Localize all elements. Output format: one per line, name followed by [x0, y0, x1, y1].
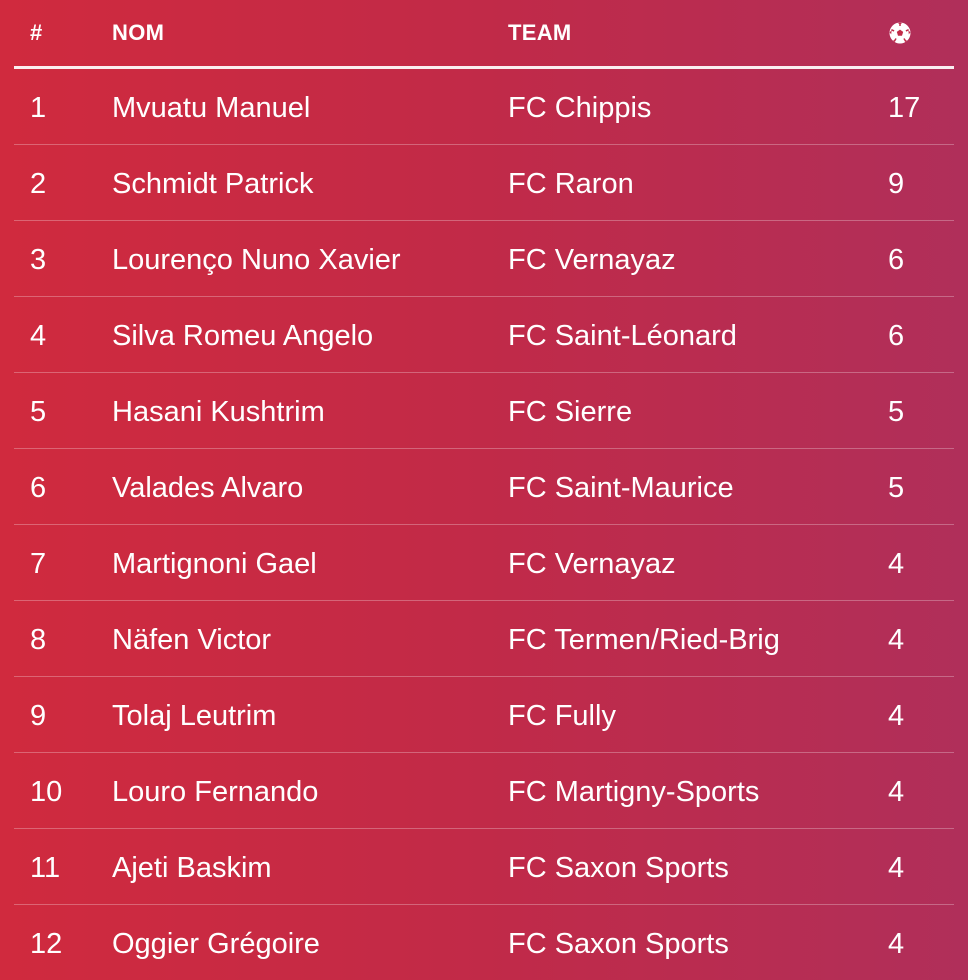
- table-row: 10 Louro Fernando FC Martigny-Sports 4: [14, 753, 954, 829]
- goals-cell: 4: [888, 548, 905, 580]
- rank-cell: 7: [30, 548, 47, 580]
- player-name-cell: Valades Alvaro: [112, 472, 304, 504]
- table-row: 11 Ajeti Baskim FC Saxon Sports 4: [14, 829, 954, 905]
- goals-cell: 4: [888, 928, 905, 960]
- player-name-cell: Louro Fernando: [112, 776, 319, 808]
- table-row: 6 Valades Alvaro FC Saint-Maurice 5: [14, 449, 954, 525]
- goals-cell: 17: [888, 92, 921, 124]
- team-cell: FC Martigny-Sports: [508, 776, 760, 808]
- table-row: 1 Mvuatu Manuel FC Chippis 17: [14, 69, 954, 145]
- table-header: # NOM TEAM: [14, 0, 954, 69]
- table-row: 2 Schmidt Patrick FC Raron 9: [14, 145, 954, 221]
- player-name-cell: Schmidt Patrick: [112, 168, 314, 200]
- goals-cell: 6: [888, 244, 905, 276]
- player-name-cell: Mvuatu Manuel: [112, 92, 311, 124]
- player-name-cell: Tolaj Leutrim: [112, 700, 277, 732]
- team-cell: FC Raron: [508, 168, 634, 200]
- rank-cell: 10: [30, 776, 63, 808]
- team-cell: FC Fully: [508, 700, 616, 732]
- team-cell: FC Termen/Ried-Brig: [508, 624, 780, 656]
- player-name-cell: Ajeti Baskim: [112, 852, 272, 884]
- rank-cell: 8: [30, 624, 47, 656]
- rank-cell: 4: [30, 320, 47, 352]
- top-scorers-table: # NOM TEAM 1 Mvuatu Manuel FC Chippis 17…: [0, 0, 968, 980]
- table-body: 1 Mvuatu Manuel FC Chippis 17 2 Schmidt …: [14, 69, 954, 980]
- goals-cell: 6: [888, 320, 905, 352]
- player-name-cell: Hasani Kushtrim: [112, 396, 325, 428]
- goals-cell: 4: [888, 700, 905, 732]
- player-name-cell: Silva Romeu Angelo: [112, 320, 374, 352]
- team-cell: FC Vernayaz: [508, 548, 676, 580]
- team-cell: FC Saint-Maurice: [508, 472, 734, 504]
- table-row: 7 Martignoni Gael FC Vernayaz 4: [14, 525, 954, 601]
- player-name-cell: Lourenço Nuno Xavier: [112, 244, 401, 276]
- rank-cell: 2: [30, 168, 47, 200]
- player-name-cell: Martignoni Gael: [112, 548, 317, 580]
- rank-cell: 3: [30, 244, 47, 276]
- player-name-cell: Näfen Victor: [112, 624, 272, 656]
- rank-cell: 9: [30, 700, 47, 732]
- team-cell: FC Saxon Sports: [508, 852, 729, 884]
- column-header-name: NOM: [112, 20, 165, 45]
- rank-cell: 11: [30, 852, 61, 884]
- team-cell: FC Chippis: [508, 92, 652, 124]
- goals-cell: 4: [888, 852, 905, 884]
- team-cell: FC Saint-Léonard: [508, 320, 737, 352]
- rank-cell: 6: [30, 472, 47, 504]
- table-row: 12 Oggier Grégoire FC Saxon Sports 4: [14, 905, 954, 980]
- table-row: 9 Tolaj Leutrim FC Fully 4: [14, 677, 954, 753]
- table-row: 3 Lourenço Nuno Xavier FC Vernayaz 6: [14, 221, 954, 297]
- table-row: 5 Hasani Kushtrim FC Sierre 5: [14, 373, 954, 449]
- column-header-rank: #: [30, 20, 43, 45]
- column-header-team: TEAM: [508, 20, 572, 45]
- team-cell: FC Vernayaz: [508, 244, 676, 276]
- team-cell: FC Saxon Sports: [508, 928, 729, 960]
- soccer-ball-icon: [888, 21, 912, 45]
- goals-cell: 4: [888, 624, 905, 656]
- rank-cell: 5: [30, 396, 47, 428]
- table-row: 4 Silva Romeu Angelo FC Saint-Léonard 6: [14, 297, 954, 373]
- goals-cell: 4: [888, 776, 905, 808]
- rank-cell: 1: [30, 92, 47, 124]
- table-row: 8 Näfen Victor FC Termen/Ried-Brig 4: [14, 601, 954, 677]
- team-cell: FC Sierre: [508, 396, 633, 428]
- rank-cell: 12: [30, 928, 63, 960]
- goals-cell: 5: [888, 472, 905, 504]
- goals-cell: 5: [888, 396, 905, 428]
- goals-cell: 9: [888, 168, 905, 200]
- player-name-cell: Oggier Grégoire: [112, 928, 320, 960]
